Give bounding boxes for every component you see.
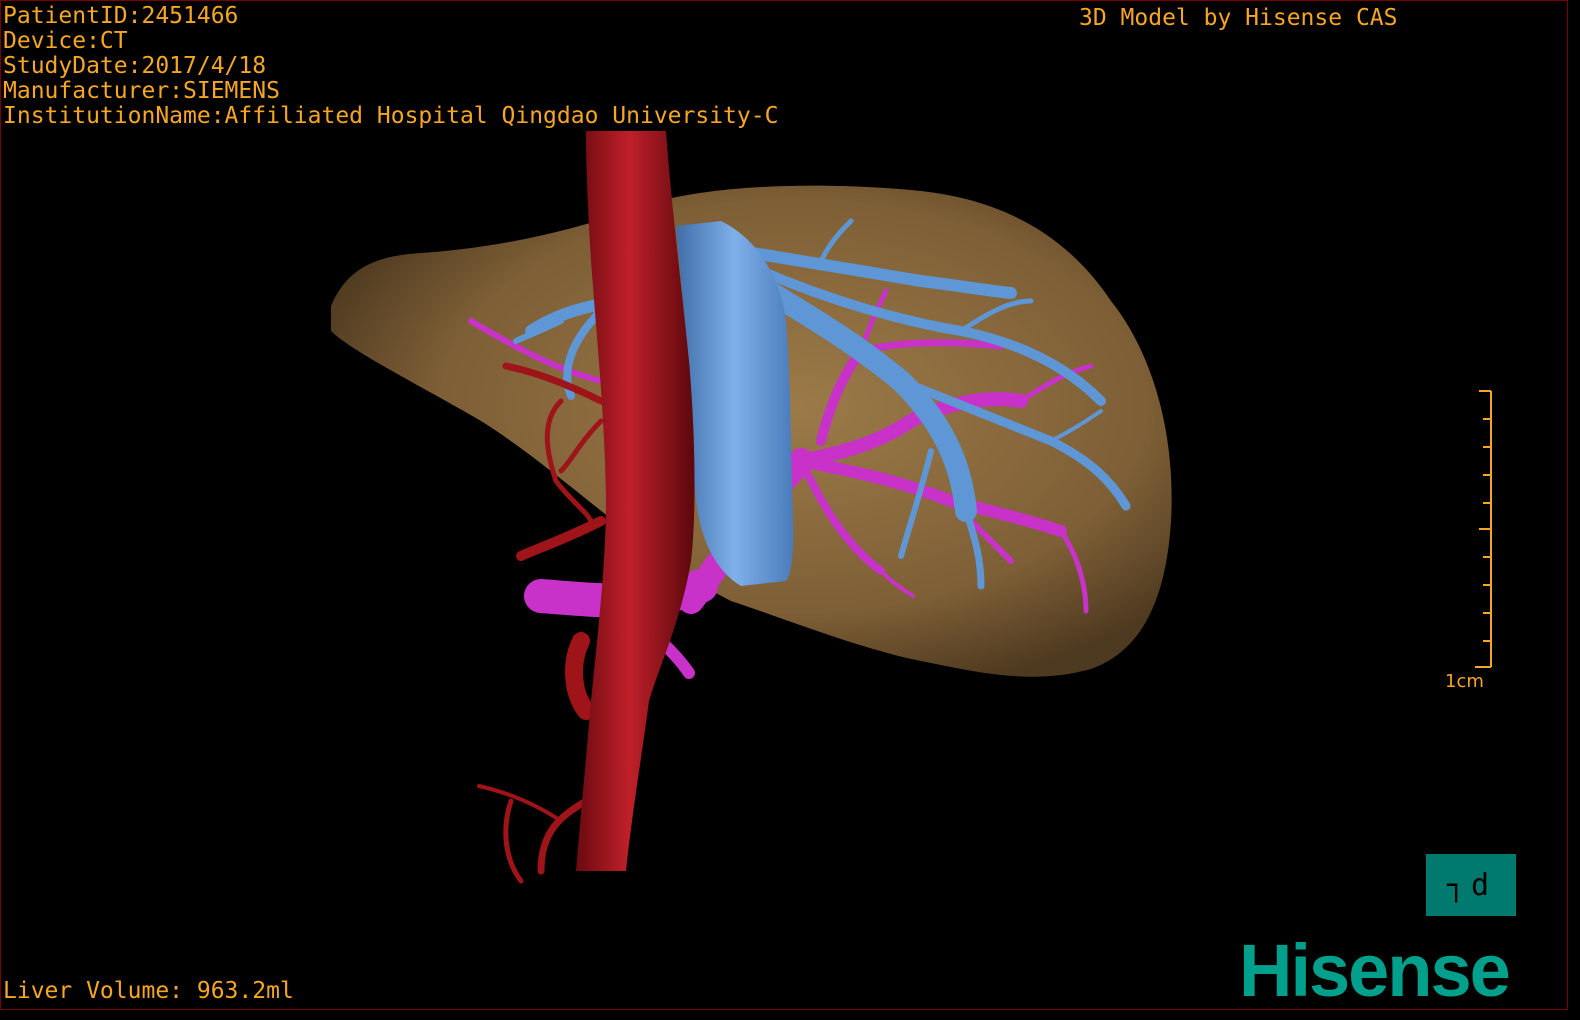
3d-liver-model[interactable] (1, 1, 1568, 1010)
institution-label: InstitutionName:Affiliated Hospital Qing… (3, 103, 779, 129)
liver-volume-label: Liver Volume: 963.2ml (3, 978, 294, 1004)
patient-id-label: PatientID:2451466 (3, 3, 239, 29)
hisense-logo: Hisense (1239, 929, 1511, 1010)
manufacturer-label: Manufacturer:SIEMENS (3, 78, 280, 104)
3d-viewport[interactable]: PatientID:2451466 Device:CT StudyDate:20… (0, 0, 1568, 1010)
study-date-label: StudyDate:2017/4/18 (3, 53, 267, 79)
scale-bar-label: 1cm (1445, 671, 1484, 692)
view-orientation-button[interactable]: ┐d (1426, 854, 1516, 916)
device-label: Device:CT (3, 28, 128, 54)
view-orientation-icon: ┐d (1446, 867, 1496, 903)
scale-bar (1475, 390, 1492, 668)
model-credit-label: 3D Model by Hisense CAS (1079, 5, 1398, 31)
